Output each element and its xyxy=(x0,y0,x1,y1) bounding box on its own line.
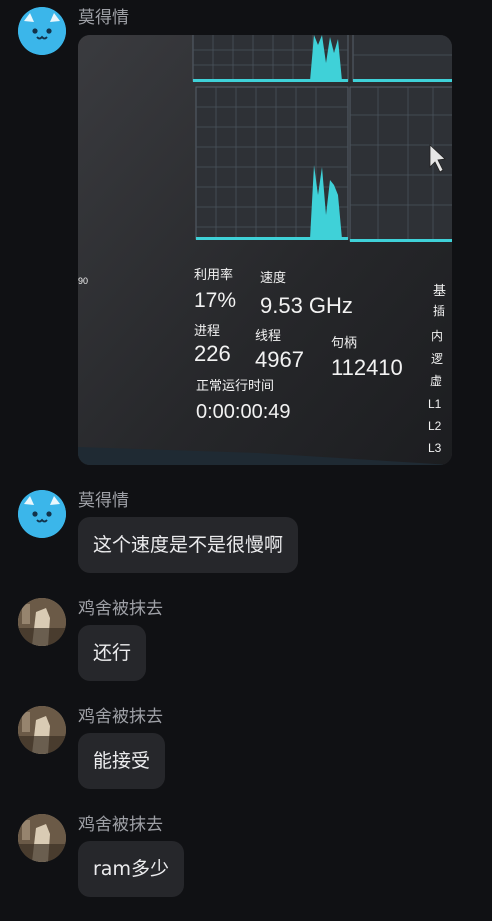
left-edge-text: 90 xyxy=(78,276,88,286)
sender-name: 鸡舍被抹去 xyxy=(78,707,163,727)
utilization-label: 利用率 xyxy=(194,267,233,282)
speed-label: 速度 xyxy=(260,270,286,285)
svg-text:L1: L1 xyxy=(428,397,442,411)
threads-value: 4967 xyxy=(255,347,304,372)
svg-text:内: 内 xyxy=(431,329,443,343)
processes-label: 进程 xyxy=(194,323,220,338)
sender-name: 莫得情 xyxy=(78,8,129,28)
cat-face-icon xyxy=(18,7,66,55)
message-bubble[interactable]: 这个速度是不是很慢啊 xyxy=(78,517,299,573)
svg-text:L3: L3 xyxy=(428,441,442,455)
avatar[interactable] xyxy=(18,598,66,646)
uptime-value: 0:00:00:49 xyxy=(196,401,291,423)
sender-name: 鸡舍被抹去 xyxy=(78,599,163,619)
photo-avatar-icon xyxy=(18,706,66,754)
avatar[interactable] xyxy=(18,7,66,55)
handles-value: 112410 xyxy=(331,355,403,380)
shared-photo[interactable]: 90 利用率 17% 速度 9.53 GHz 进程 226 线程 4967 句柄… xyxy=(78,35,452,465)
handles-label: 句柄 xyxy=(331,335,357,350)
svg-text:虚: 虚 xyxy=(430,374,442,388)
svg-text:逻: 逻 xyxy=(431,352,443,366)
utilization-value: 17% xyxy=(194,289,236,312)
speed-value: 9.53 GHz xyxy=(260,293,353,318)
sender-name: 鸡舍被抹去 xyxy=(78,815,163,835)
message-bubble[interactable]: 还行 xyxy=(78,625,147,681)
svg-text:插: 插 xyxy=(433,304,445,318)
photo-avatar-icon xyxy=(18,814,66,862)
uptime-label: 正常运行时间 xyxy=(196,378,274,393)
svg-text:L2: L2 xyxy=(428,419,442,433)
photo-avatar-icon xyxy=(18,598,66,646)
avatar[interactable] xyxy=(18,814,66,862)
sender-name: 莫得情 xyxy=(78,491,129,511)
avatar[interactable] xyxy=(18,706,66,754)
message-bubble[interactable]: 能接受 xyxy=(78,733,166,789)
svg-text:基: 基 xyxy=(433,283,446,298)
message-bubble[interactable]: ram多少 xyxy=(78,841,184,897)
threads-label: 线程 xyxy=(255,328,281,343)
cat-face-icon xyxy=(18,490,66,538)
processes-value: 226 xyxy=(194,341,231,366)
avatar[interactable] xyxy=(18,490,66,538)
